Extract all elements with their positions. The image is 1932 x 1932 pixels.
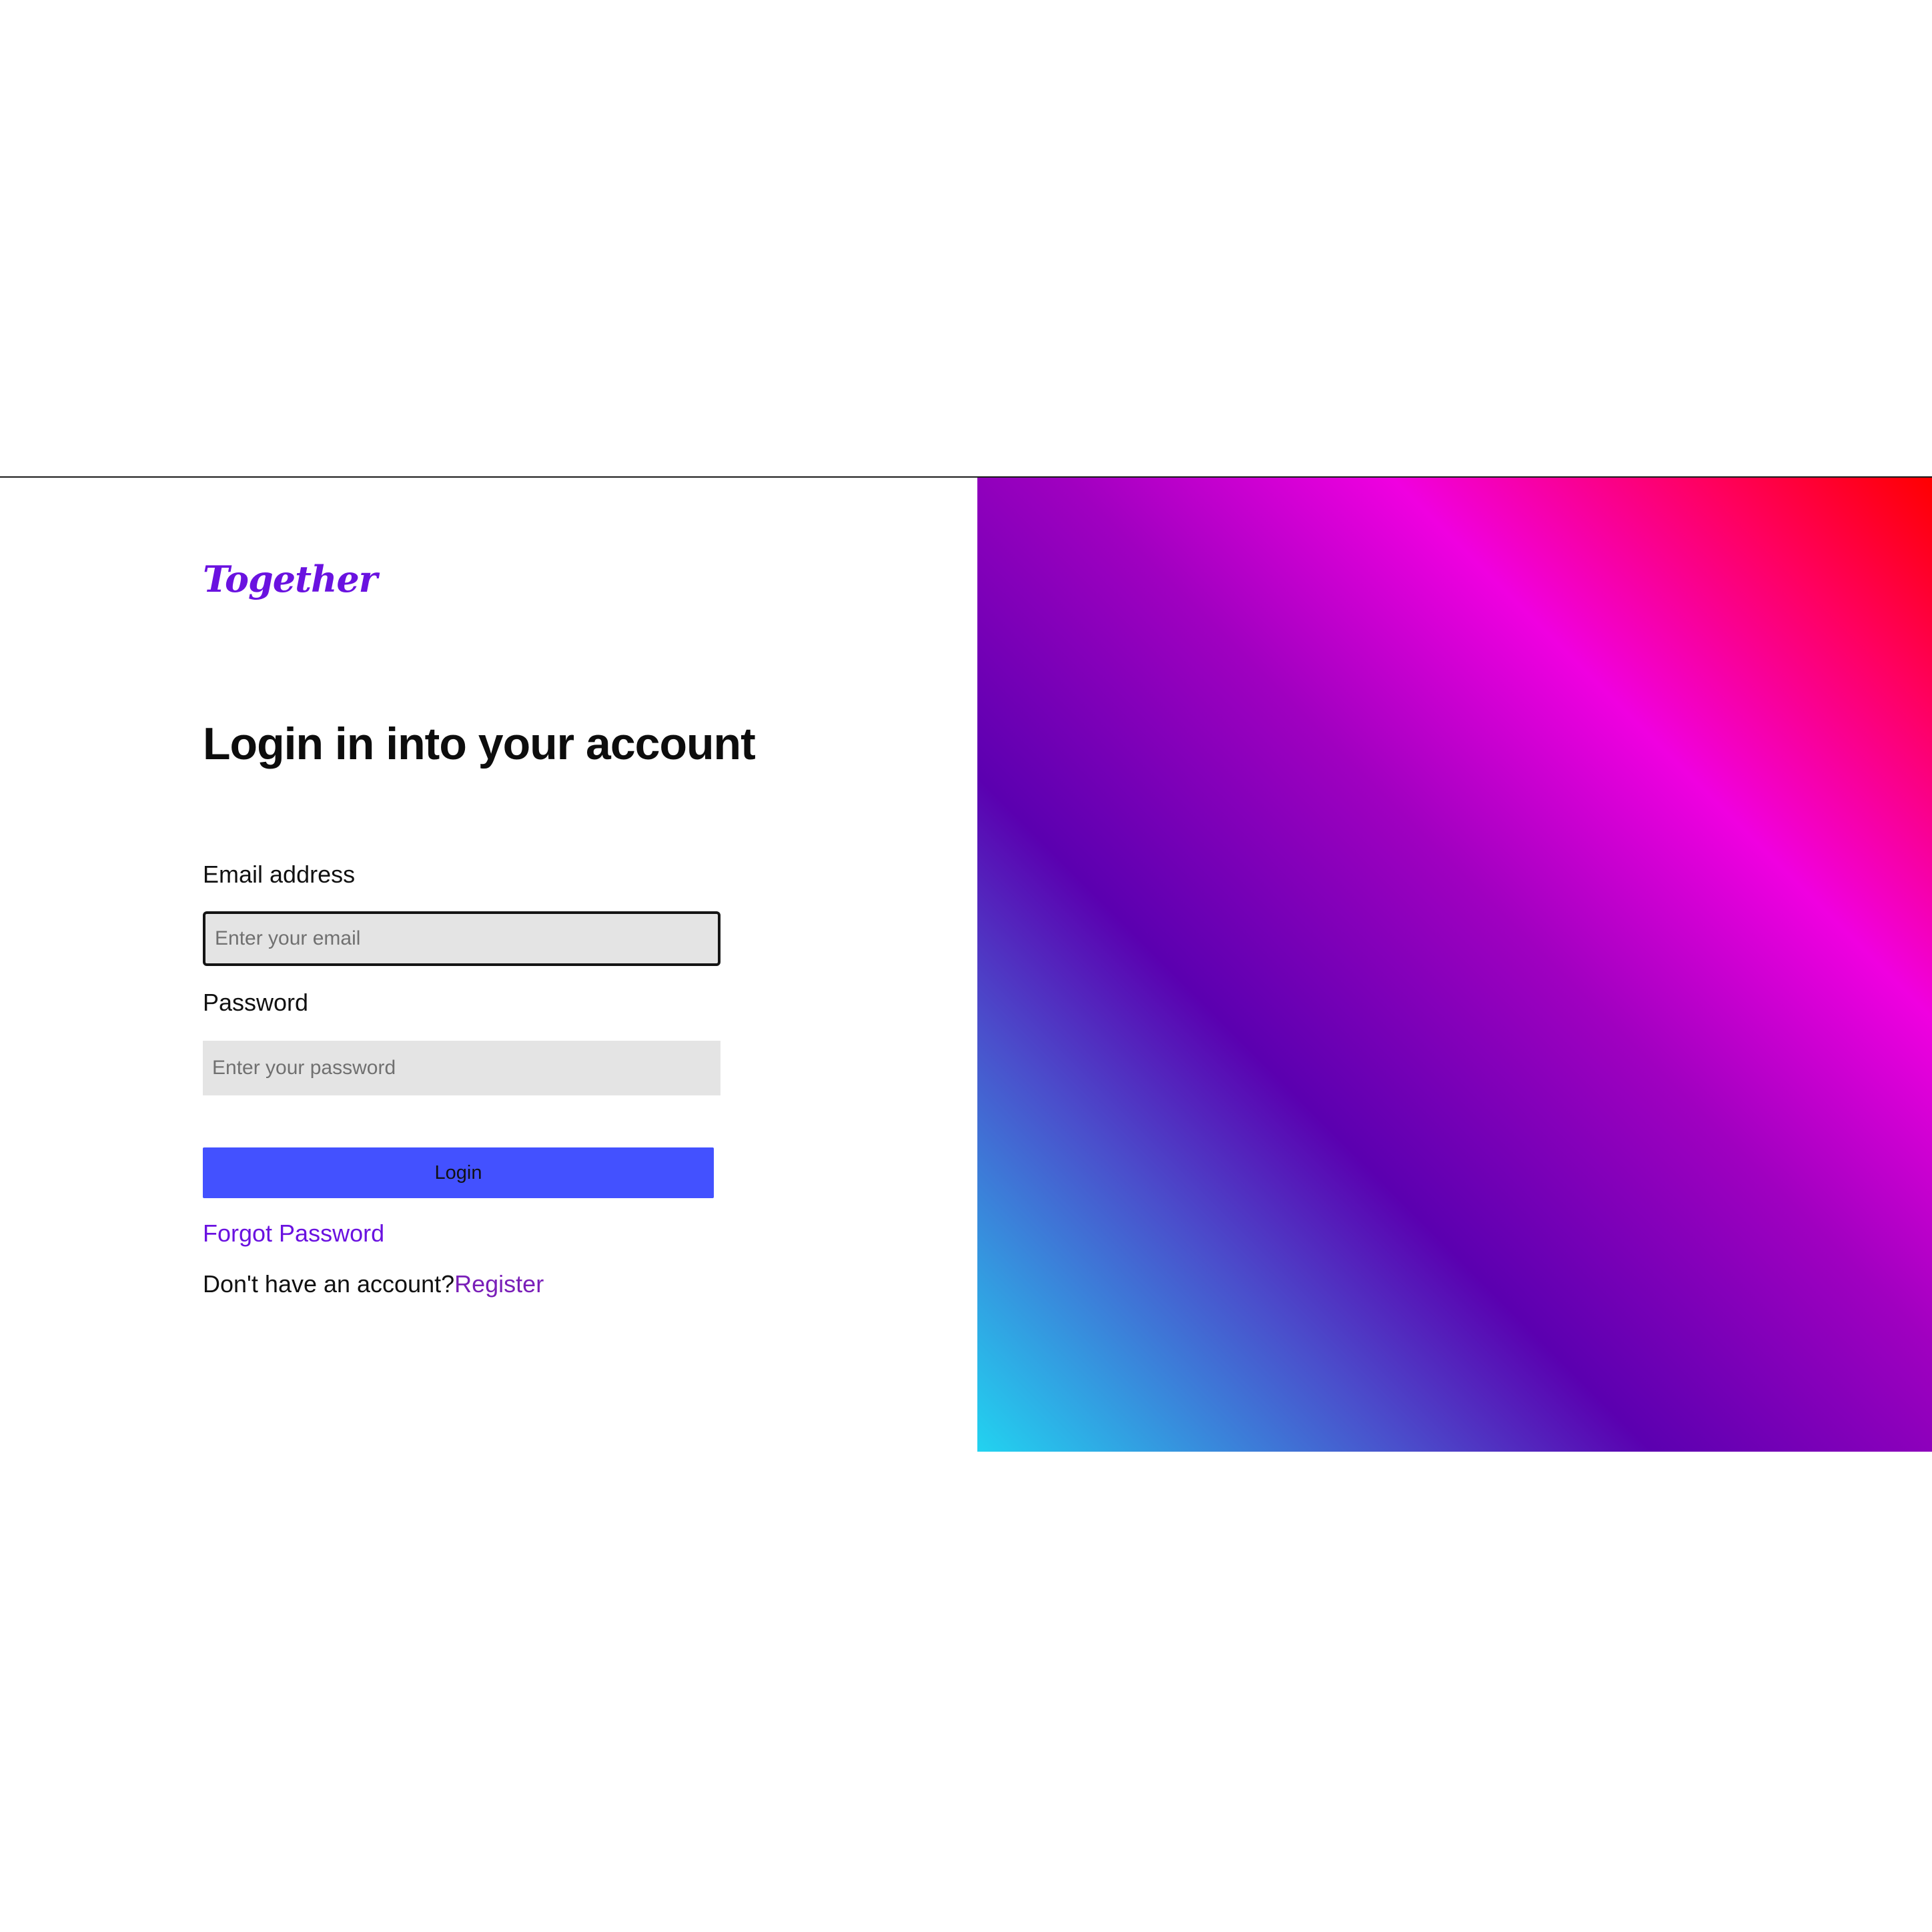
password-input[interactable] — [203, 1041, 720, 1095]
register-row: Don't have an account?Register — [203, 1270, 544, 1298]
password-label: Password — [203, 989, 309, 1016]
email-input[interactable] — [203, 911, 720, 966]
register-link[interactable]: Register — [454, 1270, 544, 1298]
login-button[interactable]: Login — [203, 1147, 714, 1198]
register-prompt: Don't have an account? — [203, 1270, 455, 1298]
forgot-password-link[interactable]: Forgot Password — [203, 1220, 384, 1248]
email-label: Email address — [203, 861, 356, 888]
brand-logo: Together — [203, 558, 378, 600]
login-panel: Together Login in into your account Emai… — [0, 478, 977, 1452]
hero-gradient-panel — [977, 478, 1932, 1452]
page-viewport: Together Login in into your account Emai… — [0, 0, 1932, 1932]
page-title: Login in into your account — [203, 718, 756, 769]
